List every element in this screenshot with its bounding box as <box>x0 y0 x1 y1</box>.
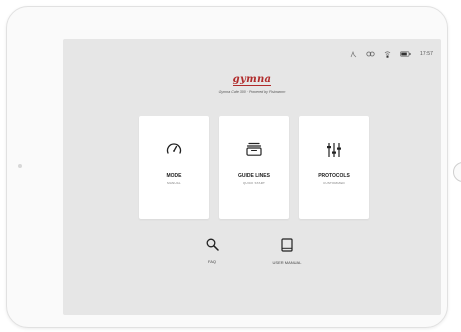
stack-icon <box>219 142 289 156</box>
guide-lines-card[interactable]: GUIDE LINES QUICK START <box>219 116 289 219</box>
app-screen: 17:57 gymna Gymna Cafe 300 · Powered by … <box>63 39 441 315</box>
status-time: 17:57 <box>419 51 433 57</box>
tablet-device: 17:57 gymna Gymna Cafe 300 · Powered by … <box>6 6 461 328</box>
guide-lines-card-title: GUIDE LINES <box>238 173 270 179</box>
user-manual-link[interactable]: USER MANUAL <box>262 238 312 265</box>
guide-lines-card-subtitle: QUICK START <box>242 181 266 185</box>
mode-card-title: MODE <box>166 173 182 179</box>
gauge-icon <box>139 142 209 155</box>
link-icon <box>366 51 375 57</box>
protocols-card-title: PROTOCOLS <box>318 173 350 179</box>
sliders-icon <box>299 142 369 158</box>
home-button[interactable] <box>453 162 461 182</box>
mode-card[interactable]: MODE MANUAL <box>139 116 209 219</box>
faq-label: FAQ <box>207 259 216 264</box>
search-icon <box>187 238 237 251</box>
brand-subtitle: Gymna Cafe 300 · Powered by Fisioworm <box>218 90 286 94</box>
main-menu: MODE MANUAL GUIDE LINES QUICK START PROT… <box>139 116 369 219</box>
brand-logo: gymna <box>232 74 272 86</box>
wifi-icon <box>384 50 391 58</box>
brand-header: gymna Gymna Cafe 300 · Powered by Fisiow… <box>63 69 441 94</box>
battery-icon <box>400 51 411 57</box>
signal-icon <box>350 50 357 58</box>
user-manual-label: USER MANUAL <box>272 260 302 265</box>
status-bar: 17:57 <box>350 49 433 59</box>
mode-card-subtitle: MANUAL <box>167 181 181 185</box>
protocols-card[interactable]: PROTOCOLS CUSTOMIZED <box>299 116 369 219</box>
protocols-card-subtitle: CUSTOMIZED <box>323 181 345 185</box>
book-icon <box>262 238 312 252</box>
camera <box>18 164 22 168</box>
faq-link[interactable]: FAQ <box>187 238 237 264</box>
